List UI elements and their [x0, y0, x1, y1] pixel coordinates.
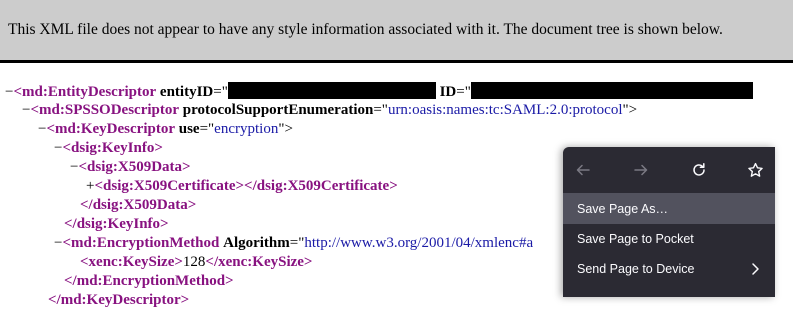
banner-text: This XML file does not appear to have an…	[8, 21, 723, 38]
menu-item-label: Send Page to Device	[577, 262, 695, 276]
attr-name: entityID	[159, 84, 214, 100]
reload-button[interactable]	[687, 158, 711, 182]
tag-open: <md:SPSSODescriptor	[30, 102, 180, 118]
tag-close: </md:KeyDescriptor>	[48, 292, 190, 308]
tag-close: </dsig:X509Certificate>	[244, 178, 398, 194]
attr-eq: ="	[373, 102, 388, 118]
menu-item-save-to-pocket[interactable]: Save Page to Pocket	[563, 224, 775, 254]
attr-name: protocolSupportEnumeration	[182, 102, 374, 118]
menu-item-label: Save Page to Pocket	[577, 232, 694, 246]
tag-close: ">	[278, 121, 293, 137]
xml-info-banner: This XML file does not appear to have an…	[0, 0, 793, 63]
tag-open: <xenc:KeySize>	[80, 254, 183, 270]
attr-value: encryption	[214, 121, 279, 137]
attr-name: Algorithm	[223, 235, 290, 251]
tag-close: </dsig:KeyInfo>	[64, 216, 169, 232]
context-menu-nav-row	[563, 147, 775, 193]
menu-item-save-page-as[interactable]: Save Page As…	[563, 194, 775, 224]
tag-close: </md:EncryptionMethod>	[64, 273, 234, 289]
redacted-value	[227, 82, 436, 99]
tag-close: </xenc:KeySize>	[205, 254, 313, 270]
tree-line-encryption-method-close: </md:EncryptionMethod>	[64, 272, 234, 291]
tree-line-x509certificate: +<dsig:X509Certificate></dsig:X509Certif…	[86, 177, 398, 196]
tag-open: <md:EntityDescriptor	[13, 84, 157, 100]
tag-open: <md:EncryptionMethod	[62, 235, 220, 251]
redacted-value	[470, 82, 753, 99]
star-icon	[747, 162, 763, 177]
tag-open: <dsig:KeyInfo>	[62, 140, 163, 156]
tree-line-key-descriptor-close: </md:KeyDescriptor>	[48, 291, 189, 310]
attr-value: http://www.w3.org/2001/04/xmlenc#a	[304, 235, 534, 251]
tree-line-key-descriptor: −<md:KeyDescriptor use="encryption">	[38, 120, 293, 139]
element-text: 128	[182, 254, 206, 270]
back-button[interactable]	[571, 158, 595, 182]
tree-line-spsso-descriptor: −<md:SPSSODescriptor protocolSupportEnum…	[22, 101, 637, 120]
attr-value: urn:oasis:names:tc:SAML:2.0:protocol	[387, 102, 623, 118]
tag-close: ">	[622, 102, 638, 118]
attr-eq: ="	[456, 84, 471, 100]
tree-line-x509data-close: </dsig:X509Data>	[80, 196, 196, 215]
tree-line-keysize: <xenc:KeySize>128</xenc:KeySize>	[80, 253, 312, 272]
menu-item-label: Save Page As…	[577, 202, 669, 216]
attr-eq: ="	[213, 84, 228, 100]
reload-icon	[693, 163, 705, 176]
forward-button[interactable]	[629, 158, 653, 182]
tree-line-keyinfo-close: </dsig:KeyInfo>	[64, 215, 169, 234]
chevron-right-icon	[752, 263, 759, 275]
tag-open: <md:KeyDescriptor	[46, 121, 175, 137]
tree-line-x509data: −<dsig:X509Data>	[70, 158, 191, 177]
arrow-right-icon	[634, 164, 648, 176]
attr-name: use	[178, 121, 200, 137]
arrow-left-icon	[576, 164, 590, 176]
attr-eq: ="	[199, 121, 215, 137]
menu-item-send-to-device[interactable]: Send Page to Device	[563, 254, 775, 284]
context-menu: Save Page As… Save Page to Pocket Send P…	[563, 147, 775, 297]
attr-eq: ="	[289, 235, 305, 251]
tag-open: <dsig:X509Data>	[78, 159, 191, 175]
bookmark-button[interactable]	[743, 158, 767, 182]
tree-line-entity-descriptor: −<md:EntityDescriptor entityID=" ID="	[5, 82, 753, 101]
tree-line-encryption-method: −<md:EncryptionMethod Algorithm="http://…	[54, 234, 533, 253]
tag-open: <dsig:X509Certificate>	[94, 178, 245, 194]
attr-name: ID	[439, 84, 457, 100]
tree-line-keyinfo: −<dsig:KeyInfo>	[54, 139, 163, 158]
tag-close: </dsig:X509Data>	[80, 197, 197, 213]
